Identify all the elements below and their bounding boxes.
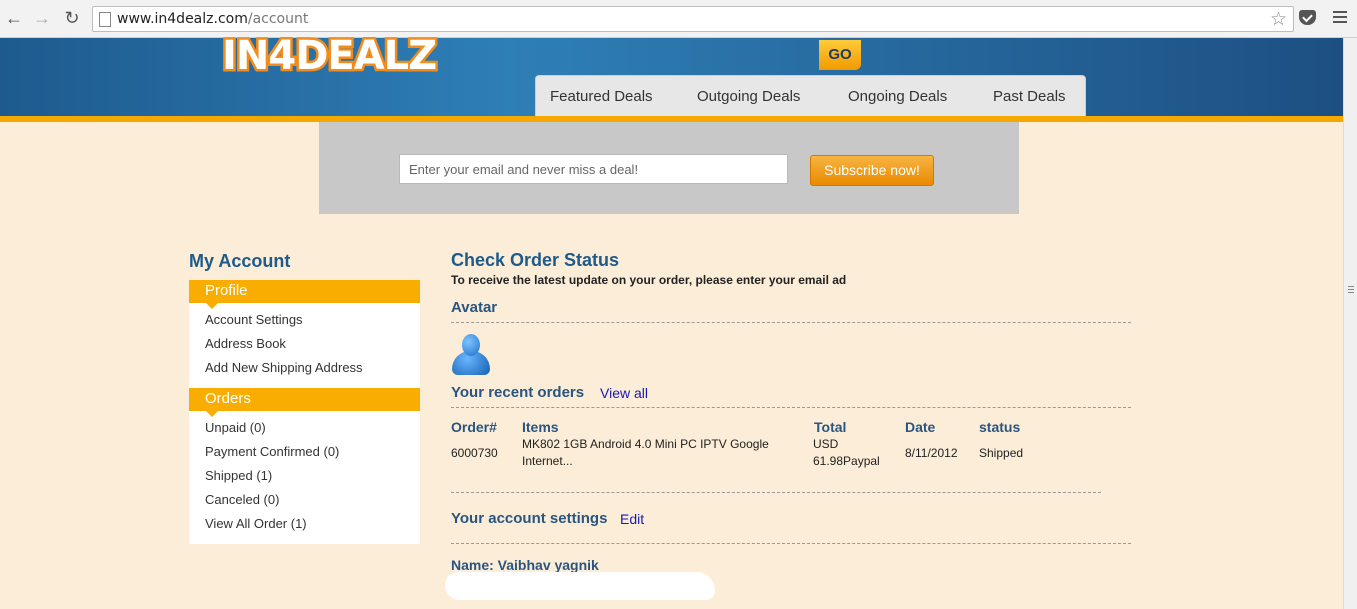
order-date: 8/11/2012	[905, 446, 958, 460]
order-items-line2: Internet...	[522, 454, 573, 468]
deal-tabs: Featured Deals Outgoing Deals Ongoing De…	[535, 75, 1086, 116]
order-items[interactable]: MK802 1GB Android 4.0 Mini PC IPTV Googl…	[522, 436, 769, 470]
page-title: Check Order Status	[451, 250, 620, 270]
subscribe-panel: Subscribe now!	[319, 122, 1019, 214]
sidebar-item-account-settings[interactable]: Account Settings	[189, 313, 420, 337]
account-sidebar: My Account Profile Account Settings Addr…	[189, 250, 420, 544]
profile-menu: Account Settings Address Book Add New Sh…	[189, 303, 420, 388]
profile-heading: Profile	[189, 280, 420, 309]
site-logo[interactable]: IN4DEALZ	[222, 36, 452, 82]
subscribe-button[interactable]: Subscribe now!	[810, 155, 934, 186]
view-all-orders-link[interactable]: View all	[600, 385, 648, 401]
divider	[451, 322, 1131, 323]
go-button[interactable]: GO	[819, 40, 861, 70]
sidebar-item-unpaid[interactable]: Unpaid (0)	[189, 421, 420, 445]
bookmark-star-icon[interactable]: ☆	[1270, 8, 1287, 31]
user-avatar-icon[interactable]	[451, 331, 491, 376]
menu-icon[interactable]	[1333, 11, 1347, 26]
order-number[interactable]: 6000730	[451, 445, 498, 462]
sidebar-title: My Account	[189, 251, 291, 271]
avatar-label: Avatar	[451, 299, 498, 316]
reload-icon[interactable]: ↻	[62, 8, 82, 28]
redaction-mark	[445, 572, 715, 600]
pocket-icon[interactable]	[1299, 10, 1316, 25]
tab-outgoing-deals[interactable]: Outgoing Deals	[697, 88, 800, 105]
back-arrow-icon[interactable]: ←	[4, 8, 24, 28]
account-settings-label: Your account settings	[451, 510, 608, 527]
page-subtitle: To receive the latest update on your ord…	[451, 273, 847, 287]
subscribe-email-input[interactable]	[399, 154, 788, 184]
order-total: USD 61.98Paypal	[813, 436, 880, 470]
sidebar-item-view-all-orders[interactable]: View All Order (1)	[189, 517, 420, 541]
page-scrollbar[interactable]	[1343, 38, 1357, 609]
tab-past-deals[interactable]: Past Deals	[993, 88, 1066, 105]
sidebar-item-address-book[interactable]: Address Book	[189, 337, 420, 361]
order-items-line1: MK802 1GB Android 4.0 Mini PC IPTV Googl…	[522, 437, 769, 451]
column-header-status: status	[979, 419, 1021, 435]
column-header-items: Items	[522, 419, 559, 435]
divider	[451, 492, 1101, 493]
site-header: IN4DEALZ GO Featured Deals Outgoing Deal…	[0, 36, 1343, 116]
forward-arrow-icon[interactable]: →	[32, 8, 52, 28]
order-total-currency: USD	[813, 437, 839, 451]
order-status: Shipped	[979, 446, 1024, 460]
address-bar[interactable]: www.in4dealz.com/account ☆	[92, 6, 1294, 32]
divider	[451, 407, 1131, 408]
order-total-amount: 61.98Paypal	[813, 454, 880, 468]
column-header-order: Order#	[451, 419, 497, 435]
scroll-grip-icon[interactable]	[1348, 286, 1354, 295]
sidebar-item-canceled[interactable]: Canceled (0)	[189, 493, 420, 517]
column-header-total: Total	[814, 419, 847, 435]
page-icon	[99, 12, 111, 27]
column-header-date: Date	[905, 419, 936, 435]
browser-toolbar: ← → ↻ www.in4dealz.com/account ☆	[0, 0, 1357, 38]
account-name: Name: Vaibhav yagnik	[451, 557, 599, 573]
edit-account-link[interactable]: Edit	[620, 511, 644, 527]
recent-orders-label: Your recent orders	[451, 384, 585, 401]
divider	[451, 543, 1131, 544]
sidebar-item-add-shipping-address[interactable]: Add New Shipping Address	[189, 361, 420, 385]
sidebar-item-shipped[interactable]: Shipped (1)	[189, 469, 420, 493]
url-text: www.in4dealz.com/account	[117, 11, 309, 27]
tab-featured-deals[interactable]: Featured Deals	[550, 88, 653, 105]
orders-heading: Orders	[189, 388, 420, 417]
orders-menu: Unpaid (0) Payment Confirmed (0) Shipped…	[189, 411, 420, 544]
sidebar-item-payment-confirmed[interactable]: Payment Confirmed (0)	[189, 445, 420, 469]
tab-ongoing-deals[interactable]: Ongoing Deals	[848, 88, 947, 105]
